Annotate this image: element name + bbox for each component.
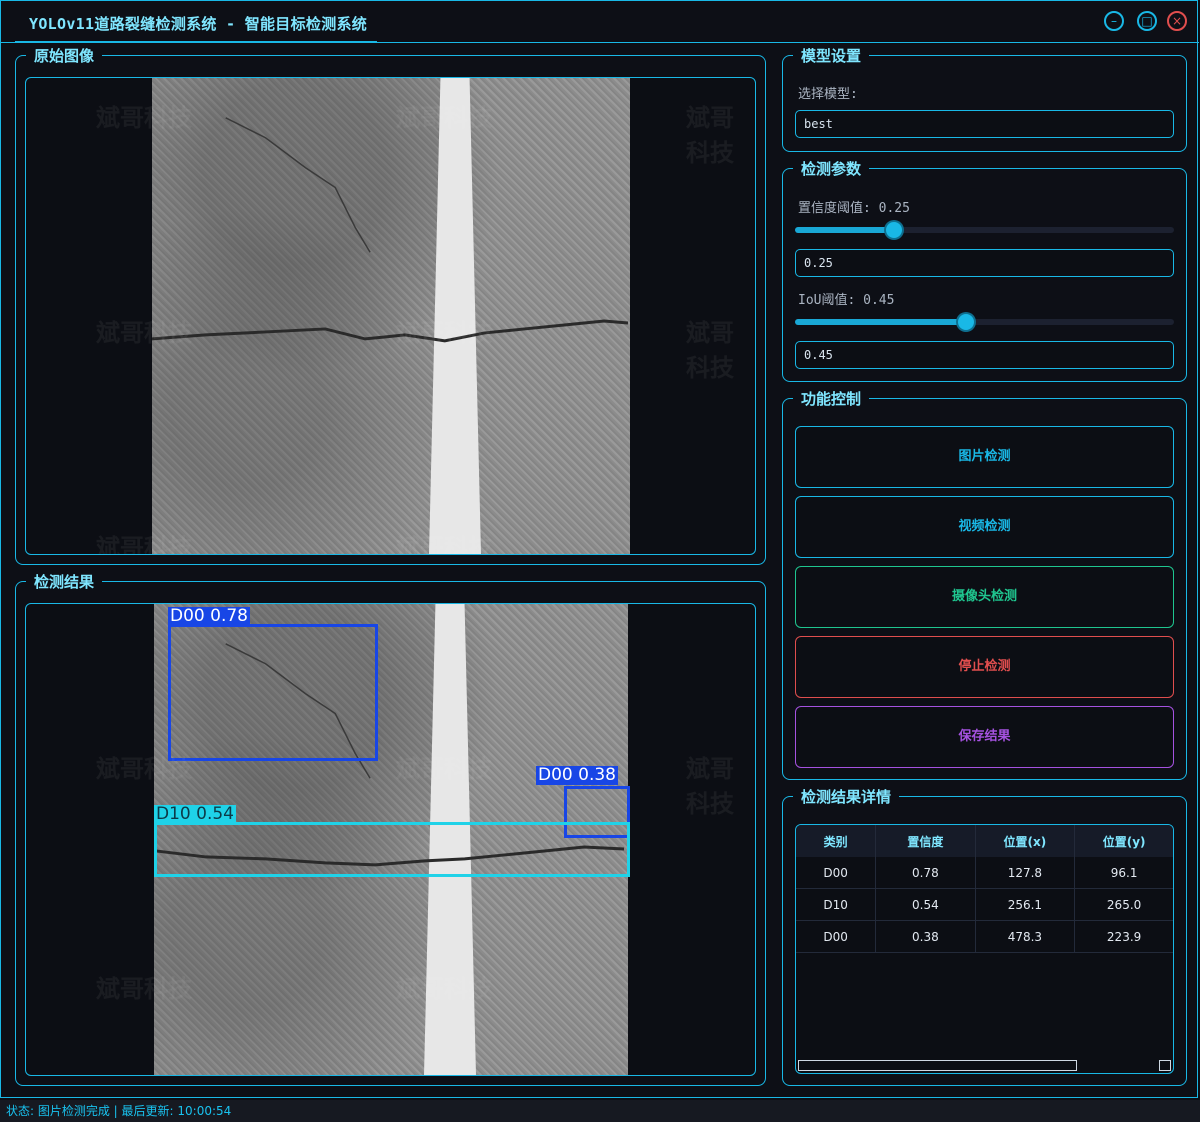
confidence-input[interactable]: 0.25 (795, 249, 1174, 277)
horizontal-scrollbar[interactable] (798, 1060, 1077, 1071)
table-cell: 0.78 (875, 857, 976, 889)
table-cell: 127.8 (975, 857, 1076, 889)
confidence-slider[interactable] (795, 222, 1174, 238)
original-image-view: 斌哥科技 斌哥科技 斌哥科技 斌哥科技 斌哥科技 斌哥科技 斌哥科技 斌哥科技 (25, 77, 756, 555)
table-cell: 0.38 (875, 920, 976, 953)
table-header-row: 类别 置信度 位置(x) 位置(y) (796, 825, 1173, 857)
detection-params-title: 检测参数 (793, 160, 870, 178)
select-model-label: 选择模型: (798, 87, 858, 102)
table-cell: D00 (796, 857, 877, 889)
results-table: 类别 置信度 位置(x) 位置(y) D00 0.78 127.8 96.1 D… (796, 825, 1173, 953)
save-results-button[interactable]: 保存结果 (795, 706, 1174, 768)
iou-label: IoU阈值: 0.45 (798, 293, 895, 308)
title-bar: YOLOv11道路裂缝检测系统 - 智能目标检测系统 – □ × (1, 1, 1199, 43)
table-cell: D10 (796, 888, 877, 921)
model-select[interactable]: best (795, 110, 1174, 138)
iou-slider[interactable] (795, 314, 1174, 330)
maximize-icon[interactable]: □ (1137, 11, 1157, 31)
table-cell: D00 (796, 920, 877, 953)
detection-label: D00 0.38 (536, 765, 618, 785)
detection-box (168, 624, 378, 761)
column-header[interactable]: 位置(x) (975, 825, 1076, 857)
detection-result-view: D00 0.78 D00 0.38 D10 0.54 斌哥科技 斌哥科技 斌哥科… (25, 603, 756, 1076)
table-row[interactable]: D10 0.54 256.1 265.0 (796, 888, 1173, 921)
table-cell: 478.3 (975, 920, 1076, 953)
main-window: YOLOv11道路裂缝检测系统 - 智能目标检测系统 – □ × 原始图像 斌哥… (0, 0, 1199, 1098)
table-cell: 0.54 (875, 888, 976, 921)
controls-title: 功能控制 (793, 390, 870, 408)
minimize-icon[interactable]: – (1104, 11, 1124, 31)
table-row[interactable]: D00 0.78 127.8 96.1 (796, 857, 1173, 889)
video-detect-button[interactable]: 视频检测 (795, 496, 1174, 558)
image-detect-button[interactable]: 图片检测 (795, 426, 1174, 488)
iou-slider-fill (795, 319, 966, 325)
results-detail-title: 检测结果详情 (793, 788, 900, 806)
table-cell: 223.9 (1074, 920, 1173, 953)
table-row[interactable]: D00 0.38 478.3 223.9 (796, 920, 1173, 953)
crack-overlay (151, 117, 629, 343)
stop-detect-button[interactable]: 停止检测 (795, 636, 1174, 698)
confidence-slider-handle[interactable] (886, 222, 902, 238)
iou-input[interactable]: 0.45 (795, 341, 1174, 369)
column-header[interactable]: 置信度 (875, 825, 976, 857)
detection-label: D00 0.78 (168, 606, 250, 626)
table-cell: 96.1 (1074, 857, 1173, 889)
detection-result-title: 检测结果 (26, 573, 103, 591)
original-image-title: 原始图像 (26, 47, 103, 65)
status-bar: 状态: 图片检测完成 | 最后更新: 10:00:54 (0, 1100, 1200, 1122)
results-table-frame: 类别 置信度 位置(x) 位置(y) D00 0.78 127.8 96.1 D… (795, 824, 1174, 1074)
title-underline (15, 41, 377, 43)
table-cell: 265.0 (1074, 888, 1173, 921)
model-settings-title: 模型设置 (793, 47, 870, 65)
close-icon[interactable]: × (1167, 11, 1187, 31)
detection-box (154, 822, 630, 877)
column-header[interactable]: 位置(y) (1074, 825, 1173, 857)
confidence-label: 置信度阈值: 0.25 (798, 201, 910, 216)
column-header[interactable]: 类别 (796, 825, 877, 857)
camera-detect-button[interactable]: 摄像头检测 (795, 566, 1174, 628)
scrollbar-corner (1159, 1060, 1171, 1071)
iou-slider-handle[interactable] (958, 314, 974, 330)
table-cell: 256.1 (975, 888, 1076, 921)
detection-label: D10 0.54 (154, 804, 236, 824)
window-title: YOLOv11道路裂缝检测系统 - 智能目标检测系统 (29, 15, 368, 33)
confidence-slider-fill (795, 227, 894, 233)
